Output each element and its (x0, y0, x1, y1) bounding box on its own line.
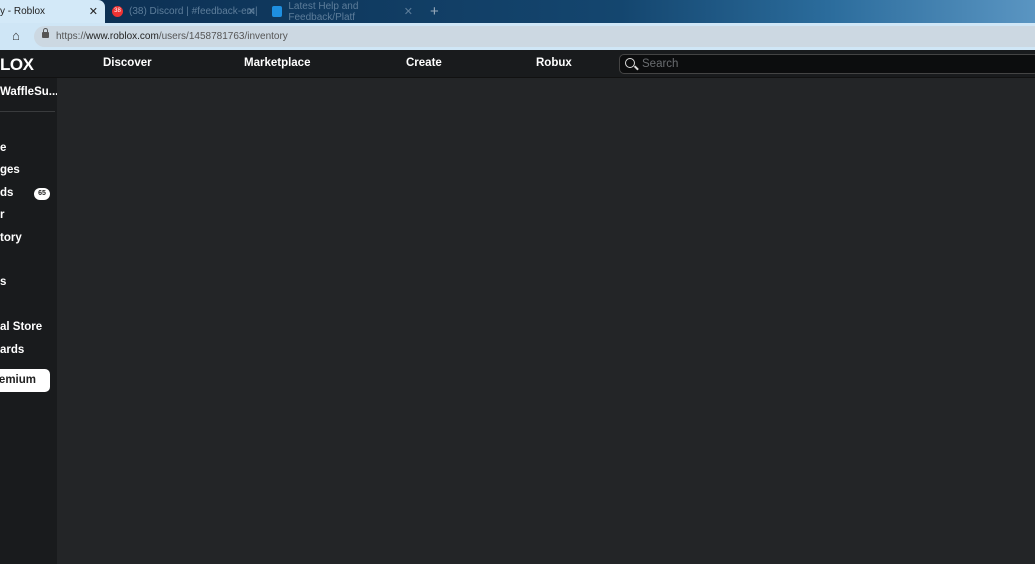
sidebar-item-messages[interactable]: ges (0, 164, 20, 176)
new-tab-button[interactable]: + (430, 3, 439, 20)
roblox-logo[interactable]: LOX (0, 55, 34, 75)
sidebar-item-avatar[interactable]: r (0, 209, 4, 221)
sidebar-item-groups[interactable]: s (0, 276, 6, 288)
url-path: /users/1458781763/inventory (158, 31, 288, 42)
search-icon (625, 58, 635, 68)
sidebar-item-friends[interactable]: ds (0, 187, 13, 199)
divider (0, 111, 55, 112)
nav-create[interactable]: Create (406, 57, 442, 69)
discord-favicon-icon: 38 (112, 6, 123, 17)
url-field[interactable]: https://www.roblox.com/users/1458781763/… (34, 26, 1035, 47)
main-content (57, 79, 1035, 564)
friends-count-badge: 65 (34, 188, 50, 200)
close-icon[interactable]: ✕ (247, 5, 256, 18)
sidebar-username[interactable]: WaffleSu... (0, 86, 58, 98)
address-bar-row: ⌂ https://www.roblox.com/users/145878176… (0, 23, 1035, 50)
home-icon[interactable]: ⌂ (12, 28, 20, 43)
sidebar-item-gift-cards[interactable]: ards (0, 344, 24, 356)
browser-tab-bar: y - Roblox ✕ 38 (38) Discord | #feedback… (0, 0, 1035, 23)
search-input[interactable]: Search (619, 54, 1035, 74)
search-placeholder: Search (642, 58, 679, 70)
sidebar: WaffleSu... e ges ds 65 r tory s al Stor… (0, 78, 58, 564)
nav-discover[interactable]: Discover (103, 57, 152, 69)
tab-title: (38) Discord | #feedback-em| (129, 6, 258, 17)
tab-discord[interactable]: 38 (38) Discord | #feedback-em| ✕ (108, 0, 263, 23)
tab-title: y - Roblox (0, 6, 46, 17)
tab-roblox[interactable]: y - Roblox ✕ (0, 0, 105, 23)
nav-marketplace[interactable]: Marketplace (244, 57, 310, 69)
tab-title: Latest Help and Feedback/Platf (288, 0, 359, 23)
nav-robux[interactable]: Robux (536, 57, 572, 69)
sidebar-item-profile[interactable]: e (0, 142, 6, 154)
top-nav: LOX Discover Marketplace Create Robux Se… (0, 50, 1035, 78)
sidebar-item-inventory[interactable]: tory (0, 232, 22, 244)
roblox-favicon-icon (272, 6, 283, 17)
lock-icon (42, 28, 49, 38)
close-icon[interactable]: ✕ (404, 5, 413, 18)
sidebar-item-official-store[interactable]: al Store (0, 321, 42, 333)
url-domain: www.roblox.com (86, 31, 159, 42)
url-prefix: https:// (56, 31, 87, 42)
tab-devforum[interactable]: Latest Help and Feedback/Platf ✕ (268, 0, 420, 23)
close-icon[interactable]: ✕ (89, 5, 98, 18)
premium-button[interactable]: emium (0, 369, 50, 392)
